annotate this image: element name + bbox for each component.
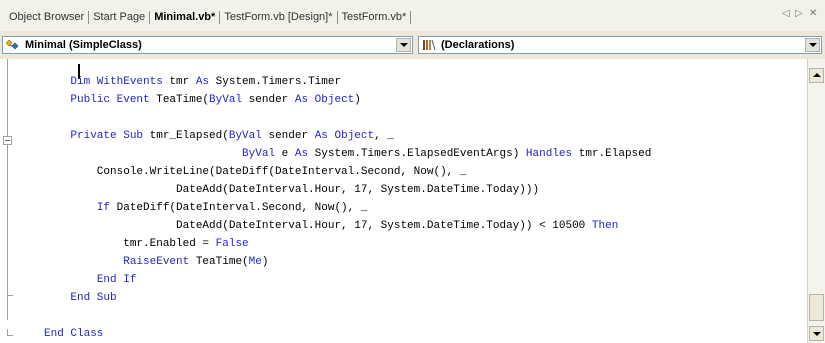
code-token: DateAdd(DateInterval.Hour, 17, System.Da… bbox=[44, 184, 540, 196]
code-token: sender bbox=[261, 130, 315, 142]
class-name-value: Minimal (SimpleClass) bbox=[25, 39, 142, 51]
code-token: System.Timers.Timer bbox=[209, 76, 342, 88]
code-keyword: End If bbox=[96, 274, 137, 286]
code-line: tmr.Enabled = False bbox=[44, 235, 249, 253]
scroll-tabs-left-icon[interactable]: ◁ bbox=[782, 8, 790, 19]
code-token: tmr_Elapsed( bbox=[143, 130, 229, 142]
code-keyword: Private Sub bbox=[70, 130, 144, 142]
method-name-value: (Declarations) bbox=[441, 39, 515, 51]
code-keyword: As bbox=[195, 76, 210, 88]
class-icon bbox=[6, 39, 19, 50]
code-token: System.Timers.ElapsedEventArgs) bbox=[308, 148, 526, 160]
outline-guide-end bbox=[7, 295, 13, 296]
code-keyword: ByVal bbox=[228, 130, 262, 142]
code-keyword: Dim WithEvents bbox=[70, 76, 163, 88]
code-keyword: As Object bbox=[314, 130, 375, 142]
code-keyword: Me bbox=[248, 256, 262, 268]
code-keyword: RaiseEvent bbox=[123, 256, 190, 268]
code-keyword: End Class bbox=[44, 328, 104, 340]
vertical-scrollbar[interactable] bbox=[807, 59, 825, 343]
code-token: tmr bbox=[162, 76, 196, 88]
document-tab[interactable]: Object Browser bbox=[5, 10, 88, 24]
code-line: Private Sub tmr_Elapsed(ByVal sender As … bbox=[44, 127, 394, 145]
code-line: DateAdd(DateInterval.Hour, 17, System.Da… bbox=[44, 217, 618, 235]
document-tab-strip: Object Browser Start Page Minimal.vb* TestF… bbox=[0, 0, 825, 31]
navigation-bar: Minimal (SimpleClass) (Declarations) bbox=[0, 31, 825, 59]
code-keyword: Public Event bbox=[70, 94, 150, 106]
code-line: RaiseEvent TeaTime(Me) bbox=[44, 253, 268, 271]
code-token: tmr.Elapsed bbox=[572, 148, 652, 160]
outline-guide bbox=[7, 59, 8, 136]
scroll-tabs-right-icon[interactable]: ▷ bbox=[795, 8, 803, 19]
code-token: DateAdd(DateInterval.Hour, 17, System.Da… bbox=[44, 220, 592, 232]
collapse-region-icon[interactable] bbox=[3, 136, 12, 145]
code-token: sender bbox=[242, 94, 295, 106]
code-token: ) bbox=[354, 94, 361, 106]
scroll-up-button[interactable] bbox=[809, 68, 824, 83]
scrollbar-thumb[interactable] bbox=[809, 294, 824, 321]
code-token: , _ bbox=[374, 130, 394, 142]
code-token: e bbox=[275, 148, 295, 160]
code-line: Public Event TeaTime(ByVal sender As Obj… bbox=[44, 91, 361, 109]
document-tabs: Object Browser Start Page Minimal.vb* TestF… bbox=[5, 10, 412, 24]
code-line: End If bbox=[44, 271, 137, 289]
document-tab[interactable]: TestForm.vb [Design]* bbox=[220, 10, 336, 24]
declarations-icon bbox=[423, 39, 436, 51]
code-keyword: Handles bbox=[525, 148, 573, 160]
outline-guide bbox=[7, 145, 8, 320]
code-line: End Class bbox=[44, 325, 103, 343]
code-keyword: False bbox=[215, 238, 249, 250]
chevron-down-icon[interactable] bbox=[396, 38, 411, 52]
code-line: If DateDiff(DateInterval.Second, Now(), … bbox=[44, 199, 368, 217]
scroll-down-button[interactable] bbox=[809, 326, 824, 341]
code-line: End Sub bbox=[44, 289, 117, 307]
code-line: ByVal e As System.Timers.ElapsedEventArg… bbox=[44, 145, 651, 163]
outline-guide-end bbox=[7, 335, 13, 336]
code-line: Console.WriteLine(DateDiff(DateInterval.… bbox=[44, 163, 467, 181]
code-keyword: If bbox=[96, 202, 111, 214]
code-token: TeaTime( bbox=[189, 256, 249, 268]
code-token: TeaTime( bbox=[149, 94, 210, 106]
code-keyword: As Object bbox=[294, 94, 355, 106]
code-token: ) bbox=[261, 256, 269, 268]
code-keyword: ByVal bbox=[209, 94, 243, 106]
document-tab[interactable]: Start Page bbox=[89, 10, 149, 24]
class-name-dropdown[interactable]: Minimal (SimpleClass) bbox=[2, 36, 413, 54]
method-name-dropdown[interactable]: (Declarations) bbox=[418, 36, 822, 54]
close-document-icon[interactable]: ✕ bbox=[809, 8, 817, 19]
document-tab[interactable]: TestForm.vb* bbox=[338, 10, 411, 24]
document-tab[interactable]: Minimal.vb* bbox=[150, 10, 219, 24]
code-line: DateAdd(DateInterval.Hour, 17, System.Da… bbox=[44, 181, 539, 199]
code-keyword: End Sub bbox=[70, 292, 117, 304]
code-keyword: Then bbox=[591, 220, 619, 232]
code-token: DateDiff(DateInterval.Second, Now(), _ bbox=[110, 202, 368, 214]
code-line: Dim WithEvents tmr As System.Timers.Time… bbox=[44, 73, 341, 91]
code-editor[interactable]: Dim WithEvents tmr As System.Timers.Time… bbox=[0, 59, 807, 343]
code-token: tmr.Enabled = bbox=[44, 238, 216, 250]
chevron-down-icon[interactable] bbox=[805, 38, 820, 52]
tab-separator bbox=[410, 10, 412, 24]
code-keyword: As bbox=[294, 148, 309, 160]
code-keyword: ByVal bbox=[242, 148, 276, 160]
code-token: Console.WriteLine(DateDiff(DateInterval.… bbox=[44, 166, 467, 178]
outline-margin bbox=[0, 59, 18, 343]
